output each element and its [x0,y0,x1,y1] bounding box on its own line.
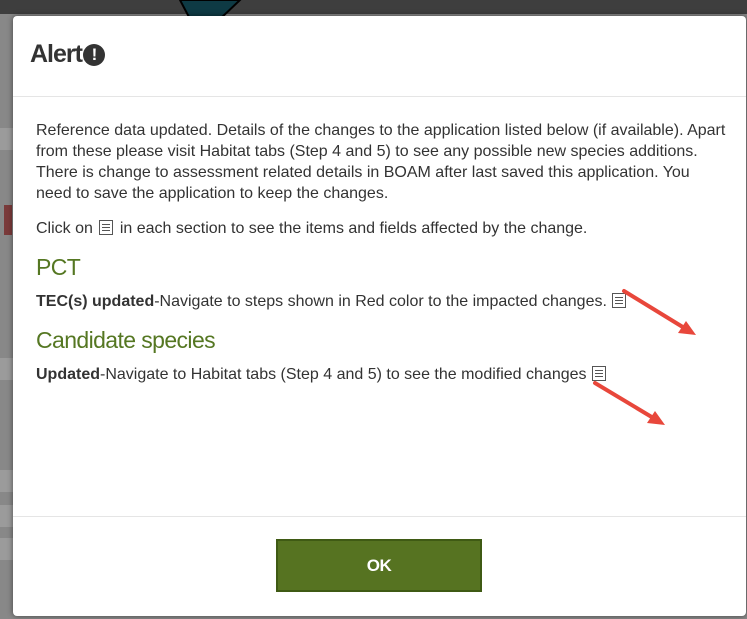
background-fragment [0,470,14,492]
annotation-arrow-candidate-species [593,381,665,425]
list-details-icon [99,220,114,235]
background-fragment [0,538,14,560]
modal-footer: OK [13,516,746,616]
intro-paragraph: Reference data updated. Details of the c… [36,122,726,202]
exclamation-circle-icon: ! [82,43,105,66]
background-red-marker [4,205,12,235]
section-candidate-species-label: Updated [36,366,100,383]
section-pct-text: -Navigate to steps shown in Red color to… [154,293,607,310]
ok-button[interactable]: OK [276,539,482,592]
section-candidate-species-text: -Navigate to Habitat tabs (Step 4 and 5)… [100,366,587,383]
annotation-arrow-pct [622,289,696,335]
modal-body: Reference data updated. Details of the c… [36,120,728,385]
modal-header: Alert ! [13,16,746,97]
background-fragment [0,128,14,150]
instruction-suffix: in each section to see the items and fie… [119,220,588,237]
section-pct-label: TEC(s) updated [36,293,155,310]
background-fragment [0,358,14,380]
background-fragment [0,505,14,527]
instruction-prefix: Click on [36,220,93,237]
modal-title: Alert ! [30,40,105,69]
instruction-paragraph: Click on in each section to see the item… [36,218,728,239]
modal-title-text: Alert [30,40,83,68]
section-title-pct: PCT [36,254,81,280]
background-header-strip [0,0,747,14]
